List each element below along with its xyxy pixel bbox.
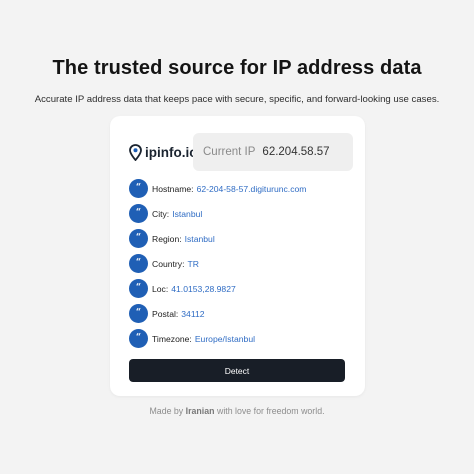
ip-info-card: ipinfo.io Current IP 62.204.58.57 “ Host… [110, 116, 365, 396]
quote-icon: “ [129, 204, 148, 223]
field-row-loc: “ Loc: 41.0153,28.9827 [129, 276, 359, 301]
current-ip-display: Current IP 62.204.58.57 [193, 133, 353, 171]
field-key: Timezone: [152, 333, 192, 344]
field-row-city: “ City: Istanbul [129, 201, 359, 226]
ipinfo-logo[interactable]: ipinfo.io [129, 143, 197, 161]
field-value[interactable]: Istanbul [172, 209, 202, 219]
field-key: City: [152, 208, 170, 219]
field-row-country: “ Country: TR [129, 251, 359, 276]
field-value[interactable]: 62-204-58-57.digiturunc.com [197, 184, 307, 194]
logo-text: ipinfo.io [145, 144, 198, 160]
page: The trusted source for IP address data A… [0, 0, 474, 474]
field-row-postal: “ Postal: 34112 [129, 301, 359, 326]
quote-icon: “ [129, 329, 148, 348]
quote-icon: “ [129, 304, 148, 323]
field-key: Loc: [152, 283, 169, 294]
field-value[interactable]: 41.0153,28.9827 [171, 284, 236, 294]
page-title: The trusted source for IP address data [52, 57, 422, 79]
location-pin-icon [129, 143, 142, 161]
detect-button[interactable]: Detect [129, 359, 345, 382]
field-key: Region: [152, 233, 182, 244]
field-value[interactable]: Europe/Istanbul [195, 334, 255, 344]
field-value[interactable]: 34112 [181, 309, 204, 319]
current-ip-value: 62.204.58.57 [262, 146, 330, 158]
quote-icon: “ [129, 279, 148, 298]
field-value[interactable]: Istanbul [185, 234, 215, 244]
footer-suffix: with love for freedom world. [216, 406, 325, 416]
field-key: Hostname: [152, 183, 194, 194]
quote-icon: “ [129, 229, 148, 248]
quote-icon: “ [129, 254, 148, 273]
field-key: Country: [152, 258, 185, 269]
field-row-timezone: “ Timezone: Europe/Istanbul [129, 326, 359, 351]
field-row-region: “ Region: Istanbul [129, 226, 359, 251]
page-subtitle: Accurate IP address data that keeps pace… [34, 94, 440, 105]
field-row-hostname: “ Hostname: 62-204-58-57.digiturunc.com [129, 176, 359, 201]
field-value[interactable]: TR [187, 259, 198, 269]
quote-icon: “ [129, 179, 148, 198]
footer-author: Iranian [185, 406, 215, 416]
ip-details-list: “ Hostname: 62-204-58-57.digiturunc.com … [129, 176, 359, 351]
footer-prefix: Made by [149, 406, 184, 416]
field-key: Postal: [152, 308, 179, 319]
current-ip-label: Current IP [203, 146, 256, 158]
footer-credit: Made by Iranian with love for freedom wo… [0, 406, 474, 416]
